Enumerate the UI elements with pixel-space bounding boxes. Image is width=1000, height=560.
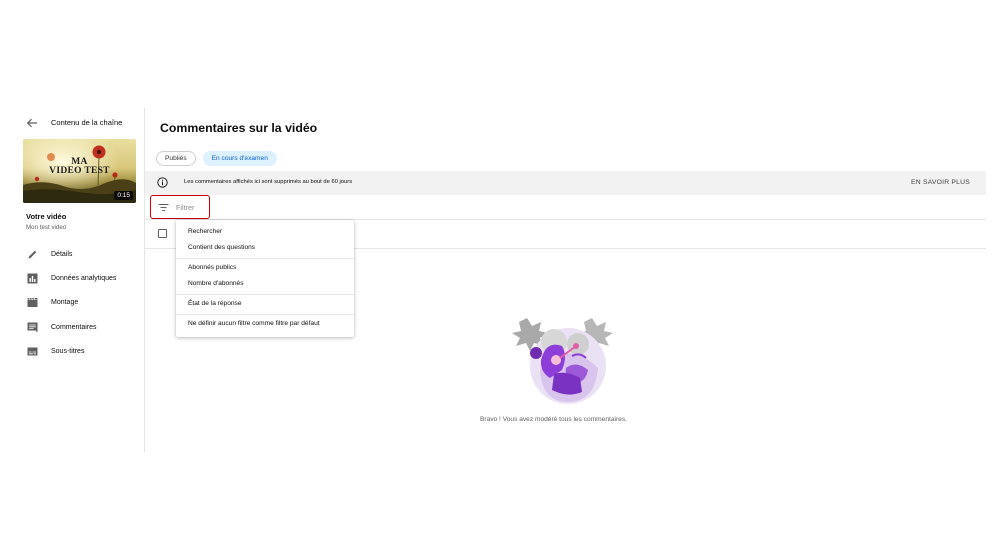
banner-text: Les commentaires affichés ici sont suppr… xyxy=(184,179,353,185)
clapperboard-icon xyxy=(27,298,38,308)
analytics-icon xyxy=(27,273,38,284)
thumbnail-title-line2: VIDEO TEST xyxy=(49,166,110,176)
duration-badge: 0:15 xyxy=(114,191,133,200)
empty-state-message: Bravo ! Vous avez modéré tous les commen… xyxy=(480,416,627,423)
sidebar-item-analytics[interactable]: Données analytiques xyxy=(14,266,144,290)
menu-separator xyxy=(176,314,354,315)
tab-held-for-review[interactable]: En cours d'examen xyxy=(202,151,277,166)
subtitles-icon xyxy=(27,347,38,356)
comment-icon xyxy=(27,322,38,333)
menu-separator xyxy=(176,294,354,295)
menu-item-response-status[interactable]: État de la réponse xyxy=(188,300,242,307)
page-title: Commentaires sur la vidéo xyxy=(160,121,318,135)
main-content: Commentaires sur la vidéo Publiés En cou… xyxy=(145,108,986,452)
sidebar-item-label: Sous-titres xyxy=(51,348,85,356)
your-video-label: Votre vidéo xyxy=(26,212,67,221)
menu-item-contains-questions[interactable]: Contient des questions xyxy=(188,244,255,251)
menu-separator xyxy=(176,258,354,259)
sidebar-item-comments[interactable]: Commentaires xyxy=(14,315,144,339)
menu-item-no-default-filter[interactable]: Ne définir aucun filtre comme filtre par… xyxy=(188,320,320,327)
status-tabs: Publiés En cours d'examen xyxy=(156,151,277,166)
sidebar: Contenu de la chaîne MA VIDEO TEST 0:15 … xyxy=(14,108,145,452)
pencil-icon xyxy=(28,250,37,259)
info-banner: Les commentaires affichés ici sont suppr… xyxy=(145,171,986,195)
sidebar-item-label: Données analytiques xyxy=(51,275,117,283)
menu-item-public-subscribers[interactable]: Abonnés publics xyxy=(188,264,236,271)
sidebar-item-subtitles[interactable]: Sous-titres xyxy=(14,340,144,364)
filter-menu: Rechercher Contient des questions Abonné… xyxy=(176,220,354,337)
menu-item-subscriber-count[interactable]: Nombre d'abonnés xyxy=(188,280,244,287)
filter-input[interactable]: Filtrer xyxy=(150,195,210,219)
video-name: Mon test video xyxy=(26,224,67,231)
back-label[interactable]: Contenu de la chaîne xyxy=(51,118,122,127)
sidebar-nav: Détails Données analytiques Montage Comm… xyxy=(14,242,144,364)
select-all-checkbox[interactable] xyxy=(158,229,167,238)
sidebar-item-label: Montage xyxy=(51,299,79,307)
sidebar-item-label: Commentaires xyxy=(51,323,97,331)
menu-item-search[interactable]: Rechercher xyxy=(188,228,222,235)
info-icon xyxy=(157,177,168,188)
empty-state-illustration xyxy=(512,318,613,404)
sidebar-item-label: Détails xyxy=(51,250,73,258)
tab-published[interactable]: Publiés xyxy=(156,151,196,166)
video-thumbnail[interactable]: MA VIDEO TEST 0:15 xyxy=(23,139,136,203)
sidebar-item-details[interactable]: Détails xyxy=(14,242,144,266)
filter-icon xyxy=(158,204,169,211)
back-arrow-icon[interactable] xyxy=(25,116,39,130)
sidebar-item-editor[interactable]: Montage xyxy=(14,291,144,315)
studio-comments-app: Contenu de la chaîne MA VIDEO TEST 0:15 … xyxy=(14,108,986,452)
learn-more-link[interactable]: EN SAVOIR PLUS xyxy=(911,179,970,186)
filter-placeholder[interactable]: Filtrer xyxy=(176,203,194,212)
thumbnail-title: MA VIDEO TEST xyxy=(23,157,136,176)
back-to-channel-content[interactable]: Contenu de la chaîne xyxy=(14,108,144,138)
